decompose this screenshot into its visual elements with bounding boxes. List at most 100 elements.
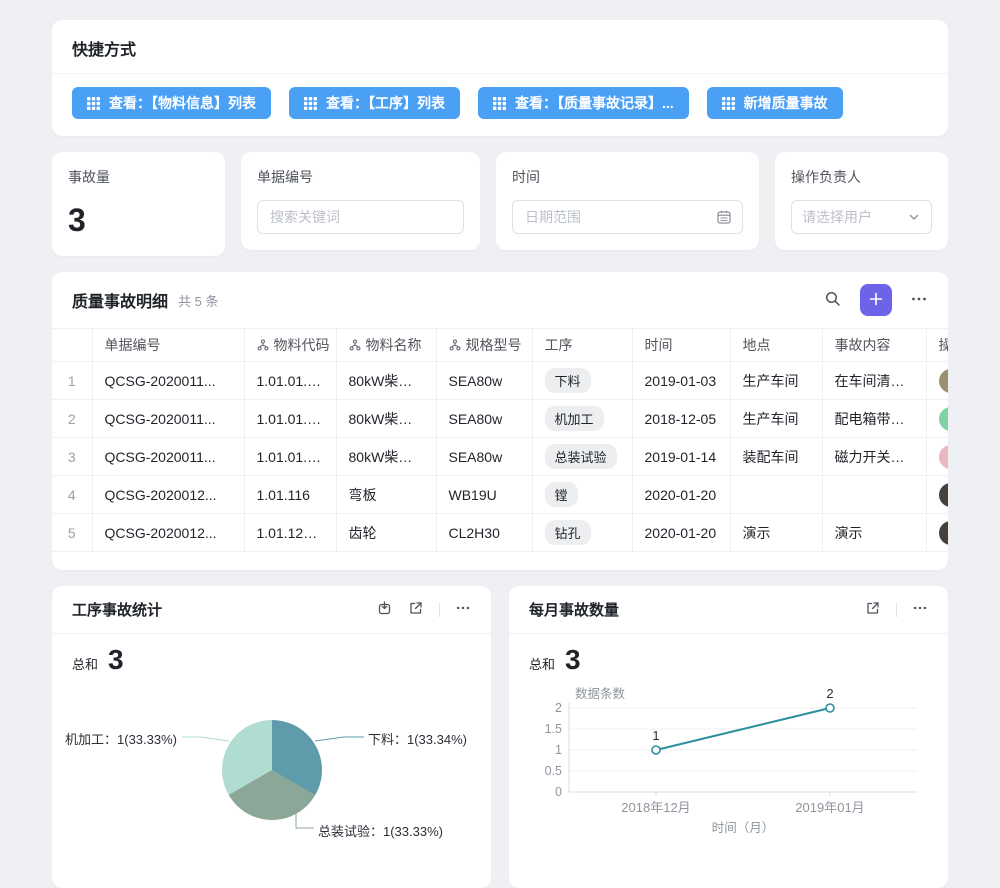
table-row[interactable]: 1QCSG-2020011...1.01.01.00380kW柴油...SEA8… bbox=[52, 362, 948, 400]
line-total-value: 3 bbox=[565, 644, 581, 676]
cell-process: 机加工 bbox=[532, 400, 632, 438]
cell-process: 镗 bbox=[532, 476, 632, 514]
table-search-button[interactable] bbox=[824, 290, 842, 311]
table-body: 1QCSG-2020011...1.01.01.00380kW柴油...SEA8… bbox=[52, 362, 948, 552]
pie-total-line: 总和 3 bbox=[72, 644, 471, 676]
line-chart-header: 每月事故数量 bbox=[509, 586, 948, 634]
column-header-label: 操作负责人 bbox=[939, 335, 949, 355]
column-header-content[interactable]: 事故内容 bbox=[822, 329, 926, 362]
chevron-down-icon bbox=[907, 210, 921, 224]
shortcut-label: 查看：【物料信息】列表 bbox=[109, 93, 256, 113]
download-chart-button[interactable] bbox=[377, 600, 393, 619]
calendar-icon[interactable] bbox=[716, 209, 732, 225]
pie-chart-more-button[interactable] bbox=[455, 600, 471, 619]
cell-spec: SEA80w bbox=[436, 400, 532, 438]
data-point-label: 2 bbox=[826, 686, 833, 701]
divider bbox=[439, 603, 440, 617]
avatar bbox=[939, 445, 949, 469]
cell-material_name: 80kW柴油... bbox=[336, 400, 436, 438]
table-scroll-area[interactable]: 单据编号 物料代码 物料名称规格型号工序时间地点事故内容 操作负责人 1QCSG-20… bbox=[52, 328, 948, 552]
cell-location bbox=[730, 476, 822, 514]
shortcut-add-quality-incident-button[interactable]: 新增质量事故 bbox=[707, 87, 843, 119]
table-row[interactable]: 4QCSG-2020012...1.01.116弯板WB19U镗2020-01-… bbox=[52, 476, 948, 514]
process-tag: 下料 bbox=[545, 368, 591, 393]
cell-owner bbox=[926, 362, 948, 400]
process-tag: 总装试验 bbox=[545, 444, 617, 469]
cell-process: 总装试验 bbox=[532, 438, 632, 476]
pie[interactable] bbox=[222, 720, 322, 820]
operator-filter-label: 操作负责人 bbox=[791, 167, 932, 187]
table-more-button[interactable] bbox=[910, 290, 928, 311]
line-total-label: 总和 bbox=[529, 654, 555, 673]
operator-select-placeholder: 请选择用户 bbox=[802, 207, 899, 227]
avatar bbox=[939, 407, 949, 431]
column-header-owner[interactable]: 操作负责人 bbox=[926, 329, 948, 362]
pie-label-assembly-test: 总装试验：1(33.33%) bbox=[318, 821, 443, 840]
y-tick-label: 0.5 bbox=[545, 764, 562, 778]
operator-select[interactable]: 请选择用户 bbox=[791, 200, 932, 234]
table-row[interactable]: 2QCSG-2020011...1.01.01.00380kW柴油...SEA8… bbox=[52, 400, 948, 438]
pie-label-machining: 机加工：1(33.33%) bbox=[65, 729, 177, 748]
shortcuts-card: 快捷方式 查看：【物料信息】列表 查看：【工序】列表 查看：【质量事故记录】..… bbox=[52, 20, 948, 136]
cell-material_name: 80kW柴油... bbox=[336, 362, 436, 400]
cell-time: 2020-01-20 bbox=[632, 514, 730, 552]
shortcut-label: 查看：【工序】列表 bbox=[326, 93, 445, 113]
column-header-process[interactable]: 工序 bbox=[532, 329, 632, 362]
shortcut-view-process-list-button[interactable]: 查看：【工序】列表 bbox=[289, 87, 460, 119]
cell-owner bbox=[926, 514, 948, 552]
process-stats-chart-card: 工序事故统计 总和 3 bbox=[52, 586, 491, 888]
column-header-label: 单据编号 bbox=[105, 335, 161, 355]
table-row[interactable]: 3QCSG-2020011...1.01.01.00380kW柴油...SEA8… bbox=[52, 438, 948, 476]
grid-icon bbox=[304, 97, 317, 110]
column-header-doc_no[interactable]: 单据编号 bbox=[92, 329, 244, 362]
row-index: 5 bbox=[52, 514, 92, 552]
y-tick-label: 1 bbox=[555, 743, 562, 757]
column-header-time[interactable]: 时间 bbox=[632, 329, 730, 362]
shortcut-view-quality-records-button[interactable]: 查看：【质量事故记录】... bbox=[478, 87, 689, 119]
incident-count-value: 3 bbox=[68, 204, 209, 236]
time-filter-label: 时间 bbox=[512, 167, 743, 187]
table-row[interactable]: 5QCSG-2020012...1.01.120.01齿轮CL2H30钻孔202… bbox=[52, 514, 948, 552]
cell-location: 装配车间 bbox=[730, 438, 822, 476]
column-header-material_code[interactable]: 物料代码 bbox=[244, 329, 336, 362]
ellipsis-icon bbox=[910, 290, 928, 311]
date-range-input[interactable] bbox=[512, 200, 743, 234]
doc-no-search-input[interactable] bbox=[257, 200, 464, 234]
doc-no-search-field[interactable] bbox=[268, 208, 453, 226]
data-point bbox=[826, 704, 834, 712]
time-filter-card: 时间 bbox=[496, 152, 759, 250]
shortcut-label: 新增质量事故 bbox=[744, 93, 828, 113]
line-chart-more-button[interactable] bbox=[912, 600, 928, 619]
incident-table: 单据编号 物料代码 物料名称规格型号工序时间地点事故内容 操作负责人 1QCSG-20… bbox=[52, 328, 948, 552]
cell-spec: WB19U bbox=[436, 476, 532, 514]
pie-chart: 机加工：1(33.33%) 下料：1(33.34%) 总装试验：1(33.33%… bbox=[72, 676, 471, 866]
cell-location: 生产车间 bbox=[730, 362, 822, 400]
column-header-location[interactable]: 地点 bbox=[730, 329, 822, 362]
cell-doc_no: QCSG-2020011... bbox=[92, 438, 244, 476]
cell-material_code: 1.01.120.01 bbox=[244, 514, 336, 552]
avatar bbox=[939, 483, 949, 507]
cell-material_code: 1.01.01.003 bbox=[244, 400, 336, 438]
cell-doc_no: QCSG-2020012... bbox=[92, 514, 244, 552]
line-chart[interactable]: 数据条数00.511.522018年12月2019年01月12时间（月） bbox=[529, 680, 928, 845]
process-tag: 机加工 bbox=[545, 406, 604, 431]
open-external-icon-button[interactable] bbox=[865, 600, 881, 619]
shortcut-view-material-list-button[interactable]: 查看：【物料信息】列表 bbox=[72, 87, 271, 119]
add-record-button[interactable] bbox=[860, 284, 892, 316]
column-header-index[interactable] bbox=[52, 329, 92, 362]
line-chart-title: 每月事故数量 bbox=[529, 599, 619, 620]
cell-time: 2019-01-03 bbox=[632, 362, 730, 400]
column-header-label: 物料名称 bbox=[366, 335, 422, 355]
cell-process: 钻孔 bbox=[532, 514, 632, 552]
shortcut-label: 查看：【质量事故记录】... bbox=[515, 93, 674, 113]
column-header-spec[interactable]: 规格型号 bbox=[436, 329, 532, 362]
column-header-material_name[interactable]: 物料名称 bbox=[336, 329, 436, 362]
cell-time: 2018-12-05 bbox=[632, 400, 730, 438]
date-range-field[interactable] bbox=[523, 208, 708, 226]
pie-total-value: 3 bbox=[108, 644, 124, 676]
x-tick-label: 2018年12月 bbox=[621, 800, 690, 815]
cell-spec: SEA80w bbox=[436, 438, 532, 476]
open-external-icon-button[interactable] bbox=[408, 600, 424, 619]
y-tick-label: 0 bbox=[555, 785, 562, 799]
divider bbox=[896, 603, 897, 617]
